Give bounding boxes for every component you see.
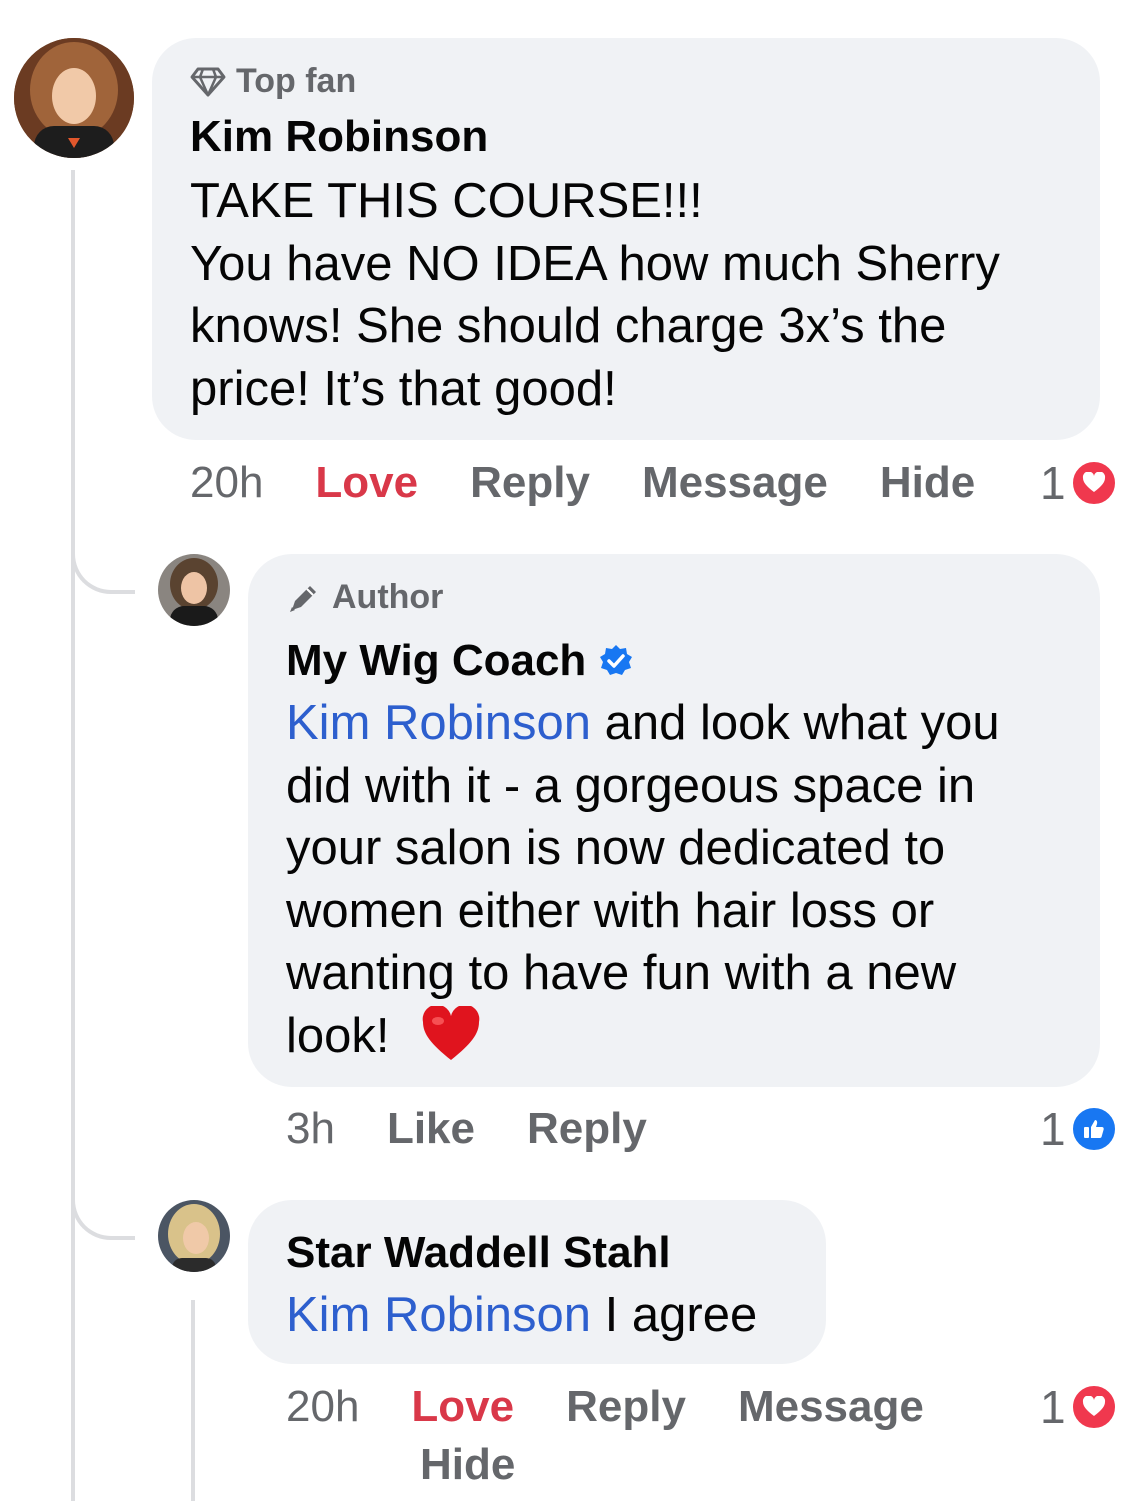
thread-connector-1 xyxy=(71,530,135,594)
avatar-kim-robinson[interactable] xyxy=(14,38,134,158)
mention-link[interactable]: Kim Robinson xyxy=(286,1288,591,1342)
reaction-count[interactable]: 1 xyxy=(1040,1102,1118,1156)
avatar-my-wig-coach[interactable] xyxy=(158,554,230,626)
comment-author[interactable]: Kim Robinson xyxy=(190,112,488,162)
avatar-star-waddell-stahl[interactable] xyxy=(158,1200,230,1272)
badge-label: Top fan xyxy=(236,62,357,100)
top-fan-badge: Top fan xyxy=(190,62,356,101)
comment-line: did with it - a gorgeous space in xyxy=(286,758,976,813)
comment-line: You have NO IDEA how much Sherry xyxy=(190,236,1000,291)
comment-line-text: and look what you xyxy=(591,696,1000,750)
reaction-count[interactable]: 1 xyxy=(1040,1380,1118,1434)
comment-line: Kim Robinson and look what you xyxy=(286,692,1000,755)
comment-actions: 3h Like Reply xyxy=(286,1104,699,1154)
like-icon xyxy=(1069,1105,1118,1153)
comment-text: TAKE THIS COURSE!!! You have NO IDEA how… xyxy=(190,170,1000,420)
badge-label: Author xyxy=(332,578,444,616)
comment-line: Kim Robinson I agree xyxy=(286,1284,757,1347)
reply-button[interactable]: Reply xyxy=(566,1382,686,1432)
comment-line: knows! She should charge 3x’s the xyxy=(190,299,947,353)
heart-emoji xyxy=(421,1004,481,1078)
comment-author[interactable]: My Wig Coach xyxy=(286,636,634,686)
message-button[interactable]: Message xyxy=(738,1382,924,1432)
reaction-number: 1 xyxy=(1040,1381,1066,1433)
hide-button[interactable]: Hide xyxy=(420,1440,515,1490)
comment-text: Kim Robinson I agree xyxy=(286,1284,757,1347)
author-name[interactable]: Star Waddell Stahl xyxy=(286,1228,671,1278)
love-icon xyxy=(1069,459,1118,507)
diamond-icon xyxy=(190,67,226,96)
thread-line-reply xyxy=(191,1300,195,1501)
comment-line: your salon is now dedicated to xyxy=(286,821,946,875)
comment-line: wanting to have fun with a new xyxy=(286,946,957,1000)
reaction-number: 1 xyxy=(1040,457,1066,509)
love-button[interactable]: Love xyxy=(315,458,418,508)
comment-author[interactable]: Star Waddell Stahl xyxy=(286,1228,671,1278)
like-button[interactable]: Like xyxy=(387,1104,475,1154)
pen-icon xyxy=(290,585,316,612)
comment-line-text: I agree xyxy=(591,1288,758,1342)
comment-line: TAKE THIS COURSE!!! xyxy=(190,174,703,228)
author-name[interactable]: My Wig Coach xyxy=(286,636,586,686)
author-name[interactable]: Kim Robinson xyxy=(190,112,488,162)
thread-line-main xyxy=(71,170,75,1501)
hide-button[interactable]: Hide xyxy=(880,458,975,508)
mention-link[interactable]: Kim Robinson xyxy=(286,696,591,750)
love-button[interactable]: Love xyxy=(411,1382,514,1432)
reply-button[interactable]: Reply xyxy=(470,458,590,508)
comment-line: women either with hair loss or xyxy=(286,883,935,938)
reply-button[interactable]: Reply xyxy=(527,1104,647,1154)
reaction-count[interactable]: 1 xyxy=(1040,456,1118,510)
message-button[interactable]: Message xyxy=(642,458,828,508)
comment-line-text: look! xyxy=(286,1008,404,1063)
comment-actions: 20h Love Reply Message xyxy=(286,1382,976,1432)
reaction-number: 1 xyxy=(1040,1103,1066,1155)
love-icon xyxy=(1069,1383,1118,1431)
timestamp[interactable]: 20h xyxy=(190,458,263,508)
author-badge: Author xyxy=(286,578,443,617)
verified-badge-icon xyxy=(600,645,633,675)
comment-actions-overflow: Hide xyxy=(420,1440,567,1490)
timestamp[interactable]: 3h xyxy=(286,1104,335,1154)
comment-actions: 20h Love Reply Message Hide xyxy=(190,458,1027,508)
timestamp[interactable]: 20h xyxy=(286,1382,359,1432)
comment-text: Kim Robinson and look what you did with … xyxy=(286,692,1000,1077)
thread-connector-2 xyxy=(71,1180,135,1240)
comment-line: price! It’s that good! xyxy=(190,361,617,416)
comment-line: look! xyxy=(286,1004,1000,1078)
